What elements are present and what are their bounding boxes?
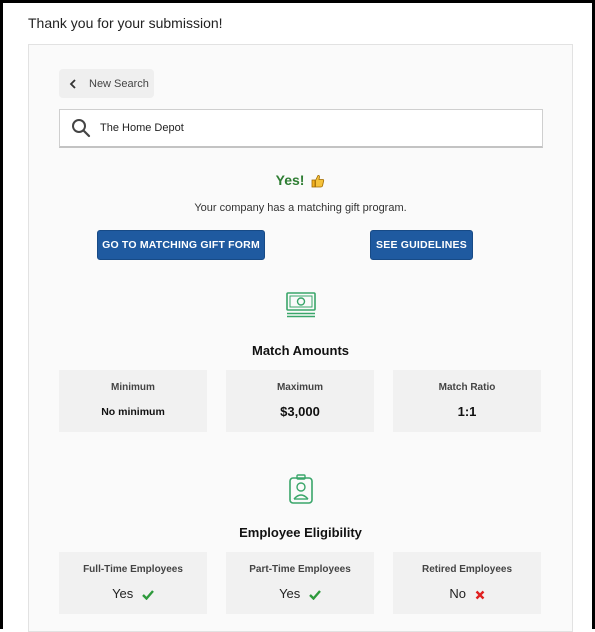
match-amounts-title: Match Amounts	[251, 343, 350, 358]
full-time-value: Yes	[112, 586, 134, 601]
retired-status: No	[393, 586, 541, 603]
part-time-tile: Part-Time Employees Yes	[226, 552, 374, 614]
minimum-label: Minimum	[111, 382, 155, 393]
minimum-value: No minimum	[101, 406, 165, 418]
maximum-tile: Maximum $3,000	[226, 370, 374, 432]
x-icon	[475, 588, 485, 603]
match-ratio-tile: Match Ratio 1:1	[393, 370, 541, 432]
retired-label: Retired Employees	[421, 564, 513, 575]
new-search-label: New Search	[89, 77, 149, 90]
matching-gift-card: New Search The Home Depot Yes! Your comp…	[28, 44, 573, 632]
match-ratio-label: Match Ratio	[438, 382, 496, 393]
part-time-status: Yes	[226, 586, 374, 603]
maximum-label: Maximum	[276, 382, 324, 393]
go-to-matching-gift-form-button[interactable]: GO TO MATCHING GIFT FORM	[97, 230, 265, 260]
program-message: Your company has a matching gift program…	[194, 202, 407, 214]
employee-eligibility-title: Employee Eligibility	[239, 525, 362, 540]
retired-value: No	[449, 586, 466, 601]
company-search-value: The Home Depot	[100, 122, 184, 134]
full-time-status: Yes	[59, 586, 207, 603]
chevron-left-icon	[69, 77, 83, 91]
see-guidelines-button[interactable]: SEE GUIDELINES	[370, 230, 473, 260]
part-time-label: Part-Time Employees	[249, 564, 351, 575]
full-time-tile: Full-Time Employees Yes	[59, 552, 207, 614]
check-icon	[309, 588, 321, 603]
yes-label: Yes!	[275, 172, 305, 188]
page-frame: Thank you for your submission! New Searc…	[0, 0, 595, 632]
employee-badge-icon	[285, 473, 317, 505]
check-icon	[142, 588, 154, 603]
thank-you-message: Thank you for your submission!	[28, 15, 223, 31]
company-search-input[interactable]: The Home Depot	[59, 109, 543, 148]
full-time-label: Full-Time Employees	[83, 564, 183, 575]
search-icon	[70, 117, 92, 139]
minimum-tile: Minimum No minimum	[59, 370, 207, 432]
money-icon	[285, 289, 317, 321]
match-ratio-value: 1:1	[457, 404, 477, 419]
part-time-value: Yes	[279, 586, 301, 601]
retired-tile: Retired Employees No	[393, 552, 541, 614]
thumbs-up-icon	[311, 174, 325, 191]
match-result-heading: Yes!	[29, 172, 572, 191]
new-search-button[interactable]: New Search	[59, 69, 154, 98]
maximum-value: $3,000	[280, 404, 320, 419]
